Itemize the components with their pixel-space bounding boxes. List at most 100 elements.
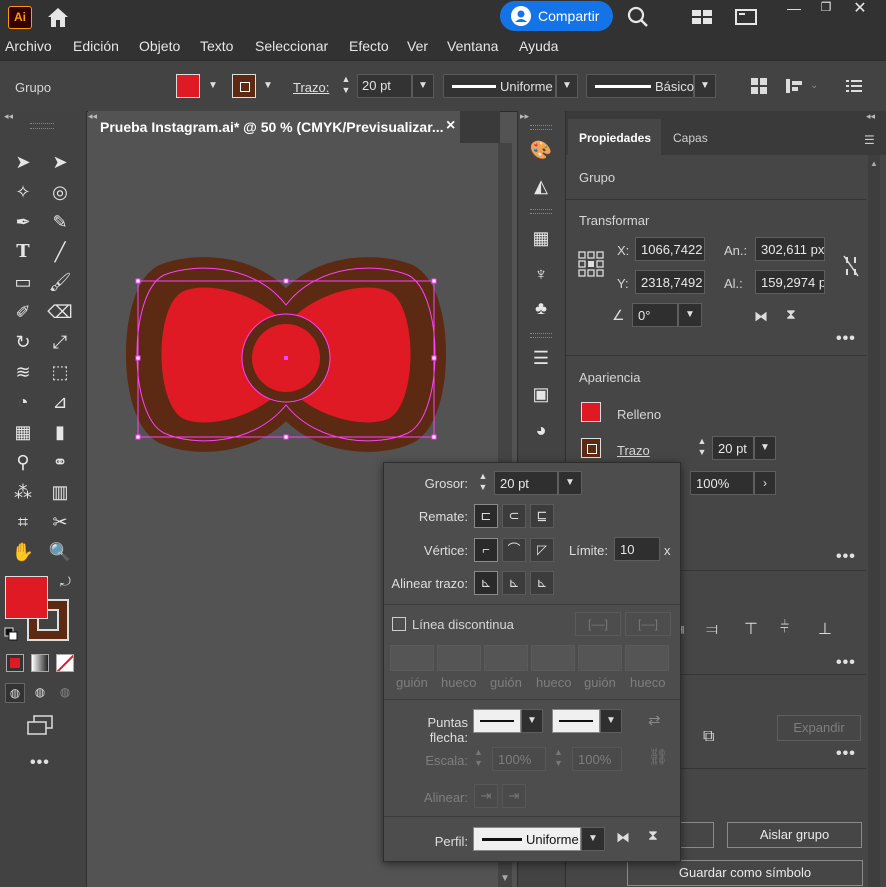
profile-dropdown[interactable]: Uniforme xyxy=(443,74,556,98)
symbols-icon[interactable]: ♣ xyxy=(528,295,554,321)
chevron-down-icon[interactable]: ▼ xyxy=(558,471,582,495)
stroke-weight-input[interactable]: 20 pt xyxy=(357,74,412,98)
reference-point-icon[interactable] xyxy=(578,251,604,277)
align-grid-icon[interactable] xyxy=(750,77,768,95)
eraser-tool-icon[interactable]: ⌫ xyxy=(47,299,73,325)
draw-behind-icon[interactable]: ◍ xyxy=(30,683,50,703)
flip-along-icon[interactable]: ⧓ xyxy=(616,829,630,846)
stroke-weight-stepper[interactable]: ▲ ▼ xyxy=(692,436,712,460)
type-tool-icon[interactable]: T xyxy=(10,239,36,265)
expand-button[interactable]: Expandir xyxy=(777,715,861,741)
color-palette-icon[interactable]: 🎨 xyxy=(528,137,554,163)
rotate-tool-icon[interactable]: ↻ xyxy=(10,329,36,355)
blend-tool-icon[interactable]: ⚭ xyxy=(47,449,73,475)
mesh-tool-icon[interactable]: ▦ xyxy=(10,419,36,445)
stroke-weight-input[interactable]: 20 pt xyxy=(712,436,754,460)
home-icon[interactable] xyxy=(44,4,72,30)
symbol-sprayer-tool-icon[interactable]: ⁂ xyxy=(10,479,36,505)
more-options-icon[interactable]: ••• xyxy=(836,330,856,348)
panel-icon[interactable] xyxy=(735,8,757,26)
align-center-button[interactable]: ⊾ xyxy=(474,571,498,595)
chevron-down-icon[interactable]: ▼ xyxy=(204,80,222,94)
distribute-icon[interactable] xyxy=(784,77,804,95)
menu-edicion[interactable]: Edición xyxy=(73,38,119,54)
scroll-down-icon[interactable]: ▼ xyxy=(500,873,510,884)
chevron-down-icon[interactable]: ⌄ xyxy=(810,80,818,91)
stroke-swatch[interactable] xyxy=(232,74,256,98)
round-cap-button[interactable]: ⊂ xyxy=(502,504,526,528)
align-bottom-icon[interactable]: ⊥ xyxy=(818,619,832,639)
minimize-icon[interactable]: — xyxy=(779,0,809,16)
dash-input-2[interactable] xyxy=(484,645,528,671)
link-scale-icon[interactable]: ⛓ xyxy=(648,747,668,767)
slice-tool-icon[interactable]: ✂ xyxy=(47,509,73,535)
gap-input-3[interactable] xyxy=(625,645,669,671)
panel-menu-icon[interactable] xyxy=(845,77,863,95)
projecting-cap-button[interactable]: ⊑ xyxy=(530,504,554,528)
free-transform-tool-icon[interactable]: ⬚ xyxy=(47,359,73,385)
dash-input-3[interactable] xyxy=(578,645,622,671)
none-mode-icon[interactable] xyxy=(56,654,74,672)
dash-align-corners-icon[interactable]: [‒‒] xyxy=(625,612,671,636)
weight-stepper[interactable]: ▲ ▼ xyxy=(474,471,492,495)
perspective-grid-tool-icon[interactable]: ⊿ xyxy=(47,389,73,415)
scale-end-stepper[interactable]: ▲ ▼ xyxy=(554,747,570,771)
gradient-tool-icon[interactable]: ▮ xyxy=(47,419,73,445)
share-button[interactable]: Compartir xyxy=(500,1,613,31)
profile-dropdown[interactable]: Uniforme xyxy=(473,827,581,851)
stroke-link-label[interactable]: Trazo: xyxy=(293,80,329,95)
pen-tool-icon[interactable]: ✒ xyxy=(10,209,36,235)
isolate-group-button-left[interactable] xyxy=(678,822,714,848)
gradient-panel-icon[interactable]: ▣ xyxy=(528,381,554,407)
menu-texto[interactable]: Texto xyxy=(200,38,233,54)
curvature-tool-icon[interactable]: ✎ xyxy=(47,209,73,235)
flip-horizontal-icon[interactable]: ⧓ xyxy=(754,308,768,325)
butt-cap-button[interactable]: ⊏ xyxy=(474,504,498,528)
start-arrowhead-dropdown[interactable] xyxy=(473,709,521,733)
line-tool-icon[interactable]: ╱ xyxy=(47,239,73,265)
constrain-proportions-icon[interactable] xyxy=(842,254,860,278)
panel-menu-icon[interactable]: ☰ xyxy=(864,133,875,147)
magic-wand-tool-icon[interactable]: ✧ xyxy=(10,179,36,205)
isolate-group-button[interactable]: Aislar grupo xyxy=(727,822,862,848)
hand-tool-icon[interactable]: ✋ xyxy=(10,539,36,565)
width-tool-icon[interactable]: ≋ xyxy=(10,359,36,385)
menu-efecto[interactable]: Efecto xyxy=(349,38,389,54)
dash-preserve-icon[interactable]: [‒‒] xyxy=(575,612,621,636)
screen-mode-icon[interactable] xyxy=(26,714,54,736)
collapse-arrows-icon[interactable]: ◂◂ xyxy=(4,111,13,122)
scale-start-input[interactable]: 100% xyxy=(492,747,546,771)
appearance-stroke-swatch[interactable] xyxy=(581,438,601,458)
dash-input-1[interactable] xyxy=(390,645,434,671)
chevron-down-icon[interactable]: ▼ xyxy=(412,74,434,98)
tab-layers[interactable]: Capas xyxy=(673,131,708,145)
chevron-down-icon[interactable]: ▼ xyxy=(600,709,622,733)
align-vertical-center-icon[interactable]: ⫩ xyxy=(780,619,789,637)
maximize-icon[interactable]: ❐ xyxy=(812,0,840,16)
chevron-down-icon[interactable]: ▼ xyxy=(521,709,543,733)
properties-scrollbar[interactable]: ▲ xyxy=(868,155,880,887)
chevron-down-icon[interactable]: ▼ xyxy=(754,436,776,460)
chevron-down-icon[interactable]: ▼ xyxy=(678,303,702,327)
swatches-icon[interactable]: ▦ xyxy=(528,225,554,251)
panel-collapse-icon[interactable]: ◂◂ xyxy=(88,111,97,122)
draw-normal-icon[interactable]: ◍ xyxy=(5,683,25,703)
round-join-button[interactable]: ⌒ xyxy=(502,538,526,562)
close-tab-icon[interactable]: × xyxy=(446,112,455,140)
align-top-icon[interactable]: ⊤ xyxy=(744,619,758,639)
chevron-down-icon[interactable]: ▼ xyxy=(259,80,277,94)
lasso-tool-icon[interactable]: ◎ xyxy=(47,179,73,205)
menu-ventana[interactable]: Ventana xyxy=(447,38,498,54)
chevron-down-icon[interactable]: ▼ xyxy=(581,827,605,851)
chevron-down-icon[interactable]: ▼ xyxy=(694,74,716,98)
paintbrush-tool-icon[interactable]: 🖌 xyxy=(47,269,73,295)
pathfinder-icon[interactable]: ⧉ xyxy=(703,728,714,746)
miter-join-button[interactable]: ⌐ xyxy=(474,538,498,562)
workspace-icon[interactable] xyxy=(691,8,713,26)
arrow-tip-beyond-button[interactable]: ⇥ xyxy=(474,784,498,808)
swap-colors-icon[interactable]: ⤾ xyxy=(60,574,71,590)
appearance-fill-swatch[interactable] xyxy=(581,402,601,422)
collapse-arrows-icon[interactable]: ◂◂ xyxy=(866,111,875,122)
collapse-arrows-icon[interactable]: ▸▸ xyxy=(520,111,529,122)
document-tab[interactable]: Prueba Instagram.ai* @ 50 % (CMYK/Previs… xyxy=(88,111,460,143)
